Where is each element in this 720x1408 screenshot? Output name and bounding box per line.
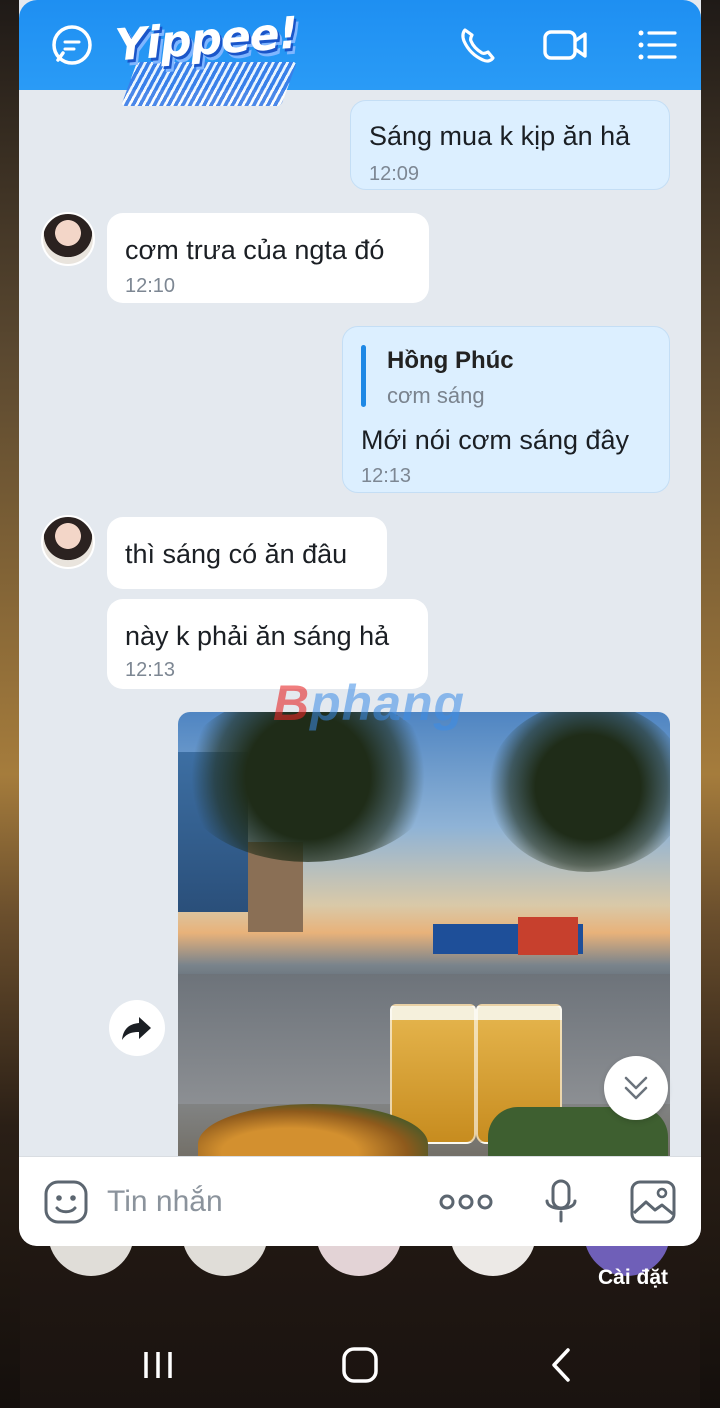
gallery-icon[interactable] [629,1179,677,1230]
chat-header: Yippee! [19,0,701,106]
home-icon[interactable] [330,1340,390,1390]
video-call-icon[interactable] [541,22,587,68]
photo-storefront [518,917,578,955]
message-bubble-outgoing[interactable]: Sáng mua k kịp ăn hả 12:09 [350,100,670,190]
watermark: Bphang [273,675,466,731]
message-input[interactable]: Tin nhắn [107,1185,223,1219]
message-text: cơm trưa của ngta đó [125,235,385,265]
reply-quote-bar [361,345,366,407]
microphone-icon[interactable] [543,1179,579,1230]
chat-window: Yippee! Sáng mua k kịp ăn hả 12:09 cơm t… [19,0,701,1246]
photo-tree [488,712,670,872]
message-time: 12:13 [125,659,176,681]
message-text: Sáng mua k kịp ăn hả [369,121,631,151]
message-text: này k phải ăn sáng hả [125,621,390,651]
forward-icon [122,1017,151,1040]
message-time: 12:13 [361,465,412,487]
message-bubble-incoming[interactable]: cơm trưa của ngta đó 12:10 [107,213,429,303]
message-text: Mới nói cơm sáng đây [361,425,630,455]
forward-button[interactable] [109,1000,165,1056]
message-bubble-outgoing-reply[interactable]: Hồng Phúc cơm sáng Mới nói cơm sáng đây … [342,326,670,493]
message-text: thì sáng có ăn đâu [125,539,348,569]
dock-settings-label: Cài đặt [598,1266,669,1289]
message-bubble-incoming[interactable]: thì sáng có ăn đâu [107,517,387,589]
message-time: 12:10 [125,275,176,297]
reply-quote-sender: Hồng Phúc [387,347,514,374]
chat-icon[interactable] [49,22,95,68]
back-icon[interactable] [532,1340,592,1390]
photo-message[interactable] [178,712,670,1172]
contact-avatar[interactable] [41,515,95,569]
sticker-icon[interactable] [43,1179,89,1230]
contact-avatar[interactable] [41,212,95,266]
phone-icon[interactable] [455,22,501,68]
wallpaper-left [0,0,20,1408]
system-navigation-bar [0,1318,720,1408]
wallpaper-right [700,0,720,1408]
message-time: 12:09 [369,163,420,185]
chevron-double-down-icon [624,1076,648,1100]
more-dots-icon[interactable] [439,1189,493,1220]
reply-quote-text: cơm sáng [387,383,485,408]
recent-apps-icon[interactable] [128,1340,188,1390]
message-composer: Tin nhắn [19,1156,701,1246]
scroll-to-bottom-button[interactable] [604,1056,668,1120]
menu-list-icon[interactable] [635,22,681,68]
